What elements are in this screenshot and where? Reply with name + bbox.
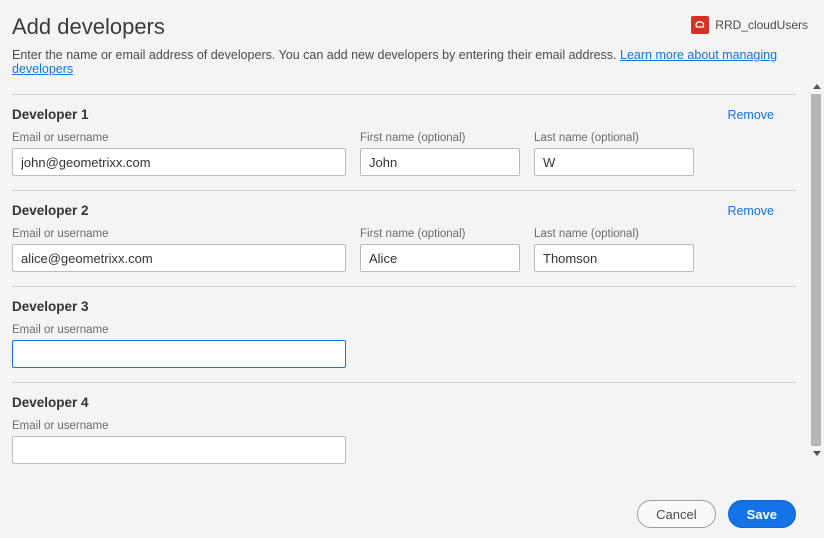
- email-input[interactable]: [12, 244, 346, 272]
- first-name-label: First name (optional): [360, 228, 520, 240]
- save-button[interactable]: Save: [728, 500, 796, 528]
- email-input[interactable]: [12, 340, 346, 368]
- developer-section: Developer 1 Remove Email or username First …: [12, 94, 796, 190]
- scrollbar[interactable]: [810, 82, 824, 458]
- cloud-tag: RRD_cloudUsers: [691, 16, 808, 34]
- last-name-label: Last name (optional): [534, 132, 694, 144]
- scroll-thumb[interactable]: [811, 94, 821, 446]
- cloud-icon: [691, 16, 709, 34]
- email-input[interactable]: [12, 148, 346, 176]
- developer-section: Developer 3 Email or username: [12, 286, 796, 382]
- developer-section: Developer 4 Email or username: [12, 382, 796, 478]
- last-name-label: Last name (optional): [534, 228, 694, 240]
- remove-link[interactable]: Remove: [727, 108, 774, 122]
- last-name-input[interactable]: [534, 244, 694, 272]
- developer-section: Developer 2 Remove Email or username First …: [12, 190, 796, 286]
- first-name-input[interactable]: [360, 244, 520, 272]
- developer-heading: Developer 2: [12, 203, 89, 218]
- first-name-label: First name (optional): [360, 132, 520, 144]
- remove-link[interactable]: Remove: [727, 204, 774, 218]
- email-label: Email or username: [12, 228, 346, 240]
- last-name-input[interactable]: [534, 148, 694, 176]
- email-label: Email or username: [12, 420, 346, 432]
- developer-heading: Developer 3: [12, 299, 89, 314]
- subtitle: Enter the name or email address of devel…: [12, 48, 808, 76]
- page-title: Add developers: [12, 10, 165, 40]
- scroll-down-icon[interactable]: [813, 451, 821, 456]
- email-input[interactable]: [12, 436, 346, 464]
- cancel-button[interactable]: Cancel: [637, 500, 715, 528]
- email-label: Email or username: [12, 132, 346, 144]
- scroll-up-icon[interactable]: [813, 84, 821, 89]
- first-name-input[interactable]: [360, 148, 520, 176]
- developer-list: Developer 1 Remove Email or username First …: [12, 94, 808, 478]
- email-label: Email or username: [12, 324, 346, 336]
- cloud-label: RRD_cloudUsers: [715, 18, 808, 32]
- developer-heading: Developer 1: [12, 107, 89, 122]
- developer-heading: Developer 4: [12, 395, 89, 410]
